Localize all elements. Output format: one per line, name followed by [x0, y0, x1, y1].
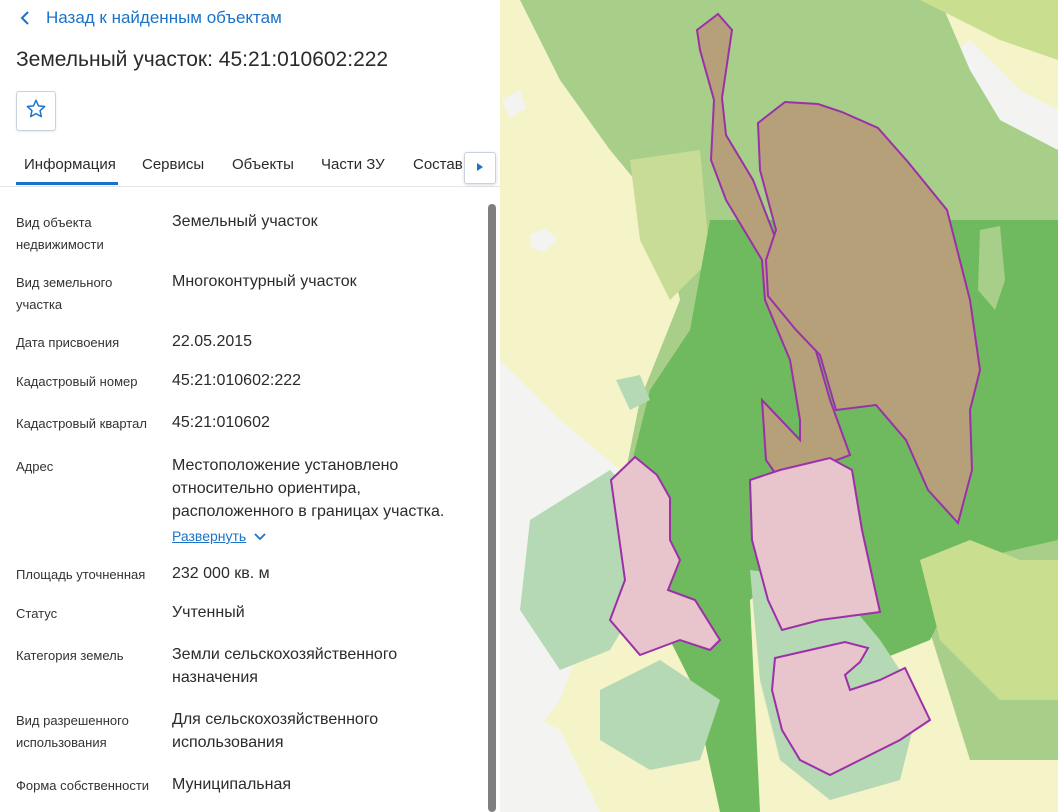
property-value: 45:21:010602: [172, 414, 270, 431]
map-canvas[interactable]: [500, 0, 1058, 812]
property-value: 232 000 кв. м: [172, 565, 270, 582]
tab-services[interactable]: Сервисы: [142, 156, 204, 173]
property-value: Земли сельскохозяйственного назначения: [172, 646, 398, 686]
property-value: 22.05.2015: [172, 333, 253, 350]
property-label: Кадастровый квартал: [16, 416, 147, 431]
property-label: Вид разрешенного использования: [16, 713, 129, 750]
property-label: Адрес: [16, 459, 54, 474]
property-value: Учтенный: [172, 604, 245, 621]
chevron-down-icon: [254, 525, 266, 548]
back-link[interactable]: Назад к найденным объектам: [20, 8, 282, 28]
property-label: Категория земель: [16, 648, 124, 663]
property-value: Многоконтурный участок: [172, 273, 357, 290]
expand-address-button[interactable]: Развернуть: [172, 525, 472, 548]
active-tab-indicator: [16, 182, 118, 185]
property-label: Площадь уточненная: [16, 567, 146, 582]
map-view[interactable]: [500, 0, 1058, 812]
property-label: Форма собственности: [16, 778, 150, 793]
triangle-right-icon: [476, 159, 484, 177]
property-value: Для сельскохозяйственного использования: [172, 711, 379, 751]
property-value: Муниципальная: [172, 776, 292, 793]
tab-info[interactable]: Информация: [24, 156, 116, 183]
tab-composition[interactable]: Состав: [413, 156, 463, 173]
favorite-button[interactable]: [16, 91, 56, 131]
address-text: Местоположение установлено относительно …: [172, 457, 445, 520]
tab-objects[interactable]: Объекты: [232, 156, 294, 173]
page-title: Земельный участок: 45:21:010602:222: [16, 48, 389, 71]
expand-label: Развернуть: [172, 528, 247, 544]
property-value: Местоположение установлено относительно …: [172, 454, 472, 548]
property-label: Вид земельного участка: [16, 275, 113, 312]
tab-parts[interactable]: Части ЗУ: [321, 156, 385, 173]
property-label: Статус: [16, 606, 58, 621]
tab-bar: Информация Сервисы Объекты Части ЗУ Сост…: [0, 150, 500, 187]
property-label: Дата присвоения: [16, 335, 120, 350]
chevron-left-icon: [20, 8, 34, 28]
property-label: Кадастровый номер: [16, 374, 138, 389]
tabs-scroll-right-button[interactable]: [464, 152, 496, 184]
info-panel: Назад к найденным объектам Земельный уча…: [0, 0, 500, 812]
property-value: Земельный участок: [172, 213, 318, 230]
panel-scrollbar[interactable]: [488, 204, 496, 812]
property-label: Вид объекта недвижимости: [16, 215, 104, 252]
property-value: 45:21:010602:222: [172, 372, 302, 389]
back-link-label: Назад к найденным объектам: [46, 8, 282, 27]
star-outline-icon: [25, 98, 47, 125]
